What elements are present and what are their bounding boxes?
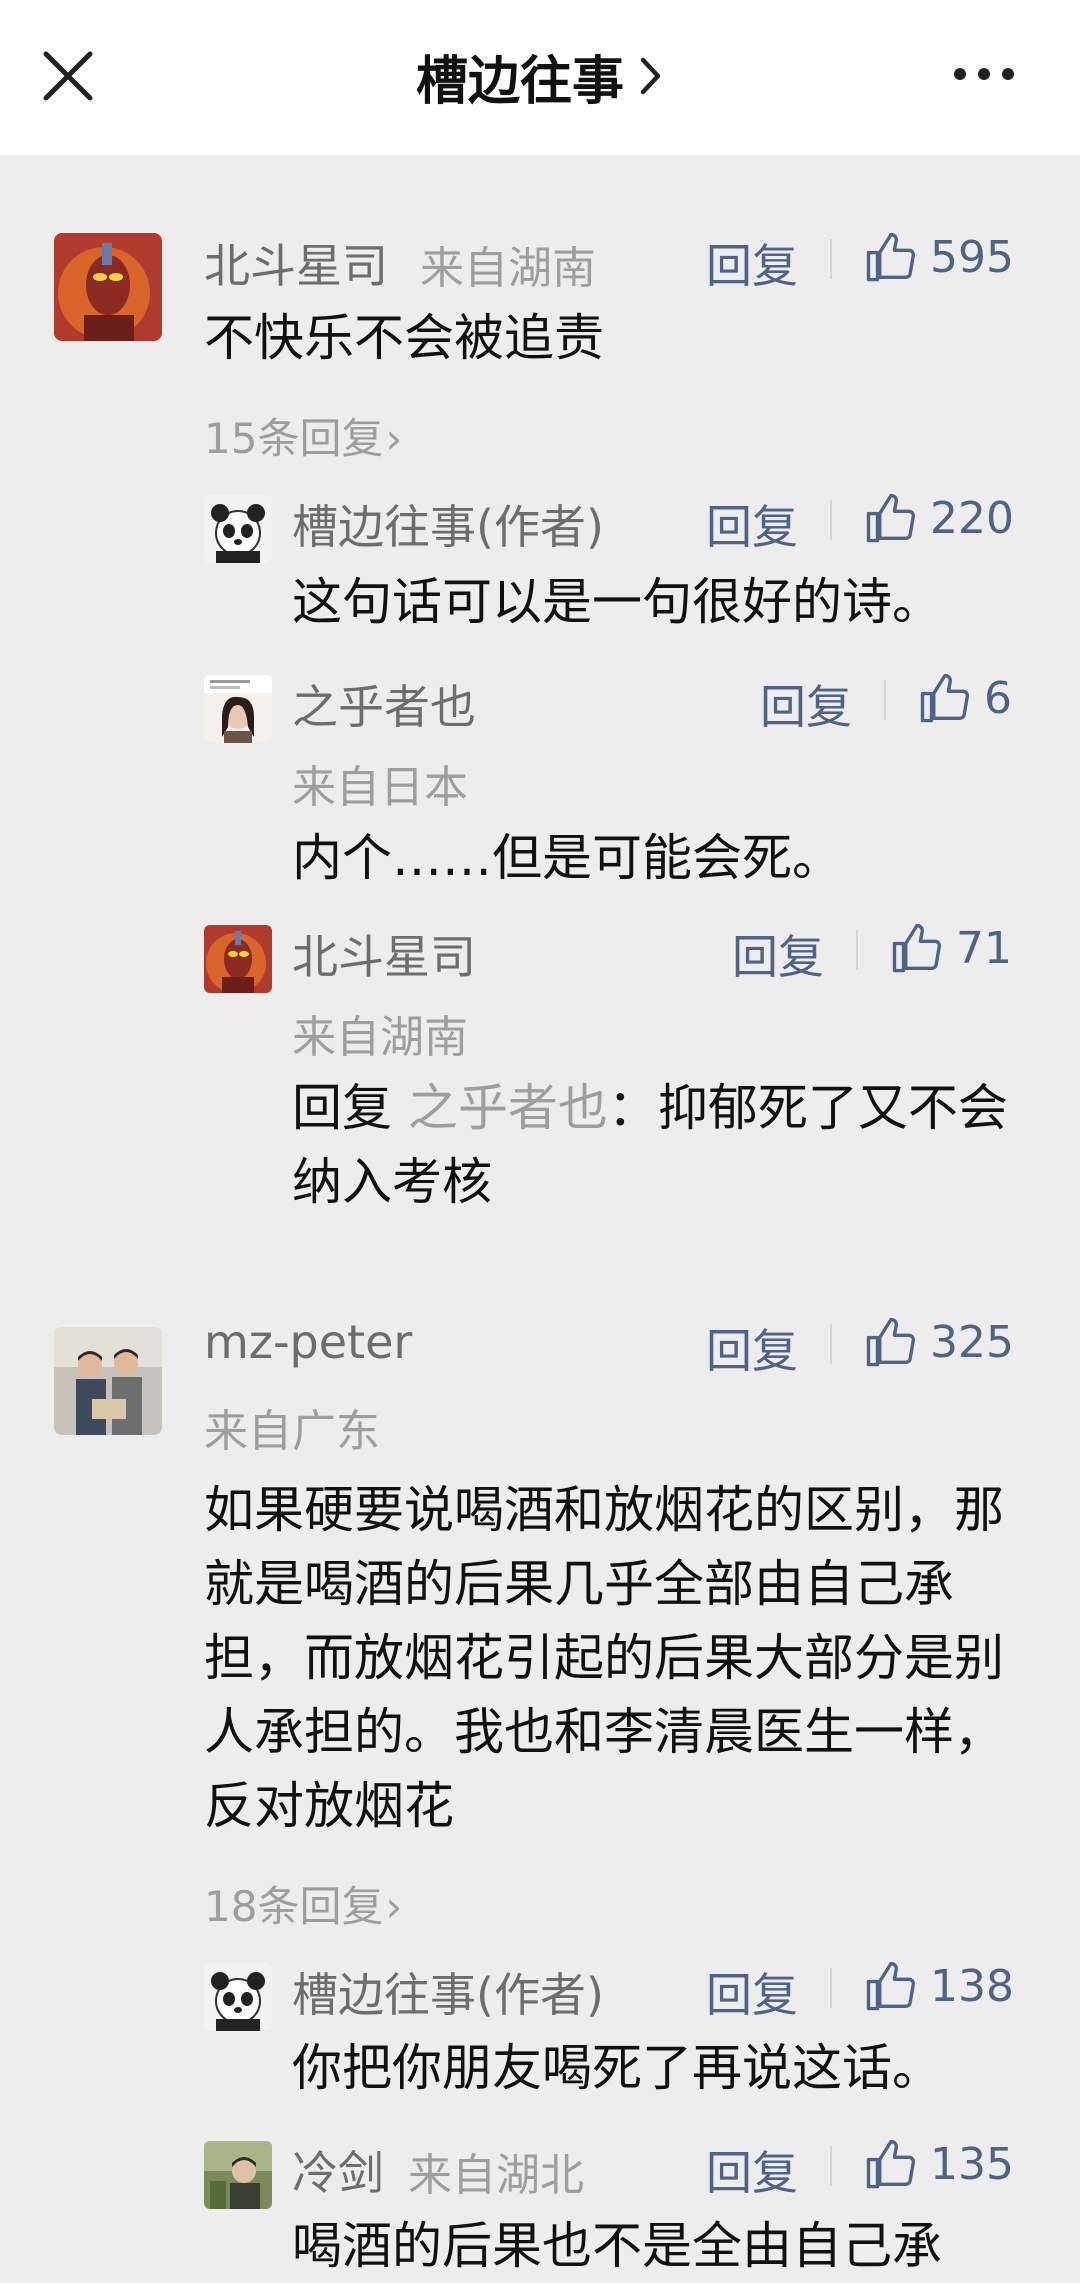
comment-list: 北斗星司 来自湖南 回复 595 不快乐不会被追责 15条回复› 槽边往事(作者… <box>0 155 1080 2283</box>
commenter-location: 来自湖南 <box>420 243 596 294</box>
reply-text: 你把你朋友喝死了再说这话。 <box>292 2039 942 2097</box>
commenter-name[interactable]: 北斗星司 <box>204 230 388 296</box>
divider <box>884 680 886 720</box>
commenter-name[interactable]: 之乎者也 <box>292 671 476 737</box>
thumbs-up-icon <box>892 923 942 973</box>
top-bar: 槽边往事 <box>0 0 1080 155</box>
reply-button[interactable]: 回复 <box>706 1959 798 2025</box>
page-title-link[interactable]: 槽边往事 <box>0 38 1080 114</box>
reply-body: ：抑郁死了又不会纳入考核 <box>292 1079 1008 1211</box>
like-count: 6 <box>984 672 1012 724</box>
reply-prefix: 回复 <box>292 1079 392 1137</box>
like-count: 220 <box>930 492 1014 544</box>
like-button[interactable]: 6 <box>918 668 1012 728</box>
reply-text: 这句话可以是一句很好的诗。 <box>292 573 942 631</box>
like-count: 71 <box>956 922 1012 974</box>
thumbs-up-icon <box>866 1961 916 2011</box>
avatar[interactable] <box>204 495 272 563</box>
like-button[interactable]: 138 <box>864 1956 1014 2016</box>
commenter-location: 来自湖北 <box>408 2150 584 2201</box>
divider <box>830 239 832 279</box>
divider <box>830 1324 832 1364</box>
avatar[interactable] <box>204 1963 272 2031</box>
reply-count-label: 15条回复 <box>204 414 384 463</box>
reply-button[interactable]: 回复 <box>706 491 798 557</box>
commenter-name[interactable]: mz-peter <box>204 1315 412 1369</box>
commenter-name[interactable]: 冷剑 <box>292 2137 384 2203</box>
reply-button[interactable]: 回复 <box>706 230 798 296</box>
commenter-location: 来自日本 <box>292 762 468 813</box>
like-count: 325 <box>930 1316 1014 1368</box>
like-count: 135 <box>930 2138 1014 2190</box>
commenter-name[interactable]: 北斗星司 <box>292 921 476 987</box>
commenter-name[interactable]: 槽边往事(作者) <box>292 491 604 557</box>
reply-button[interactable]: 回复 <box>760 671 852 737</box>
avatar[interactable] <box>54 1327 162 1435</box>
divider <box>856 930 858 970</box>
avatar[interactable] <box>204 925 272 993</box>
like-button[interactable]: 220 <box>864 488 1014 548</box>
quoted-user-name[interactable]: 之乎者也 <box>408 1079 608 1137</box>
like-button[interactable]: 325 <box>864 1312 1014 1372</box>
avatar[interactable] <box>204 675 272 743</box>
view-replies-link[interactable]: 18条回复› <box>204 1873 402 1934</box>
divider <box>830 2146 832 2186</box>
like-button[interactable]: 71 <box>890 918 1012 978</box>
like-button[interactable]: 595 <box>864 227 1014 287</box>
more-dots-icon[interactable] <box>952 66 1016 82</box>
commenter-name[interactable]: 槽边往事(作者) <box>292 1959 604 2025</box>
avatar[interactable] <box>204 2141 272 2209</box>
view-replies-link[interactable]: 15条回复› <box>204 405 402 466</box>
avatar[interactable] <box>54 233 162 341</box>
thumbs-up-icon <box>866 2139 916 2189</box>
reply-count-label: 18条回复 <box>204 1882 384 1931</box>
divider <box>830 1968 832 2008</box>
reply-text: 喝酒的后果也不是全由自己承 <box>292 2217 942 2275</box>
reply-button[interactable]: 回复 <box>706 1315 798 1381</box>
commenter-location: 来自湖南 <box>292 1012 468 1063</box>
reply-button[interactable]: 回复 <box>732 921 824 987</box>
comment-text: 如果硬要说喝酒和放烟花的区别，那就是喝酒的后果几乎全部由自己承担，而放烟花引起的… <box>204 1481 1004 1835</box>
thumbs-up-icon <box>920 673 970 723</box>
divider <box>830 500 832 540</box>
reply-text: 内个……但是可能会死。 <box>292 829 842 887</box>
like-count: 595 <box>930 231 1014 283</box>
chevron-right-icon: › <box>385 414 403 463</box>
thumbs-up-icon <box>866 232 916 282</box>
like-count: 138 <box>930 1960 1014 2012</box>
thumbs-up-icon <box>866 1317 916 1367</box>
like-button[interactable]: 135 <box>864 2134 1014 2194</box>
reply-button[interactable]: 回复 <box>706 2137 798 2203</box>
comment-text: 不快乐不会被追责 <box>204 309 604 367</box>
commenter-location: 来自广东 <box>204 1406 380 1457</box>
chevron-right-icon: › <box>385 1882 403 1931</box>
thumbs-up-icon <box>866 493 916 543</box>
page-title: 槽边往事 <box>415 51 624 112</box>
chevron-right-icon <box>640 57 661 95</box>
reply-text: 回复 之乎者也：抑郁死了又不会纳入考核 <box>292 1071 1012 1219</box>
